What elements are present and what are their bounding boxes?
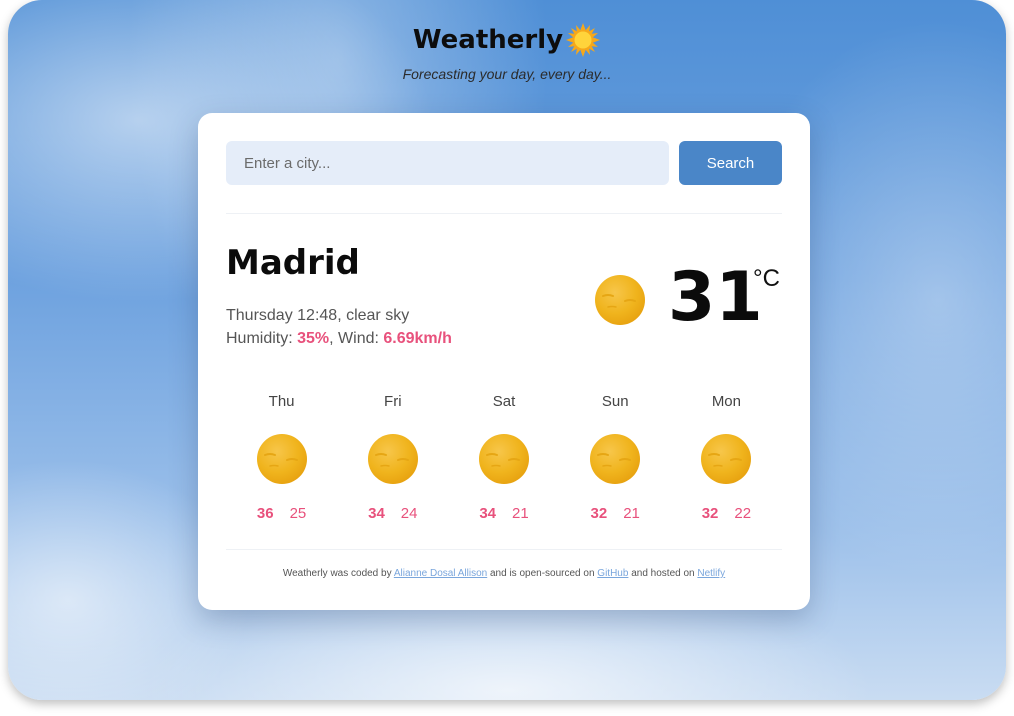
footer-text: and hosted on xyxy=(628,568,698,579)
forecast-day-name: Fri xyxy=(384,393,402,410)
forecast-min-temp: 22 xyxy=(734,505,752,522)
city-search-input[interactable] xyxy=(226,141,669,185)
search-form: Search xyxy=(226,141,782,185)
forecast-day: Fri 34 24 xyxy=(337,393,448,522)
humidity-value: 35% xyxy=(297,330,330,347)
forecast-temps: 34 21 xyxy=(448,505,559,522)
forecast-day: Mon 32 22 xyxy=(671,393,782,522)
forecast-temps: 32 22 xyxy=(671,505,782,522)
day-time: Thursday 12:48 xyxy=(226,307,338,324)
forecast-max-temp: 36 xyxy=(256,505,274,522)
current-temperature: 31 xyxy=(668,258,763,337)
footer-text: Weatherly was coded by xyxy=(282,568,394,579)
forecast-max-temp: 34 xyxy=(479,505,496,522)
sun-icon xyxy=(701,434,752,484)
wind-label: Wind: xyxy=(338,330,384,347)
search-button[interactable]: Search xyxy=(679,141,782,185)
city-name: Madrid xyxy=(226,243,360,283)
forecast-day: Sun 32 21 xyxy=(560,393,671,522)
brand-tagline: Forecasting your day, every day... xyxy=(402,66,612,82)
brand-name: Weatherly xyxy=(412,25,564,55)
weather-description: clear sky xyxy=(346,307,410,324)
divider xyxy=(226,213,782,214)
sun-emoji-icon xyxy=(566,23,601,57)
footer-text: and is open-sourced on xyxy=(487,568,598,579)
forecast-row: Thu 36 25 Fri 34 24 Sat 34 21 Sun 32 21 Mon 32 22 xyxy=(226,393,782,522)
forecast-day: Sat 34 21 xyxy=(448,393,559,522)
wind-value: 6.69km/h xyxy=(383,330,452,347)
forecast-max-temp: 32 xyxy=(701,505,719,522)
forecast-day-name: Thu xyxy=(268,393,295,410)
humidity-label: Humidity: xyxy=(226,330,298,347)
divider xyxy=(226,549,782,550)
current-summary: Thursday 12:48, clear sky xyxy=(226,307,410,324)
sun-icon xyxy=(256,434,307,484)
forecast-day-name: Sun xyxy=(601,393,629,410)
forecast-temps: 32 21 xyxy=(560,505,671,522)
app-background: Weatherly Forecasting your day, every da… xyxy=(8,0,1006,700)
netlify-link[interactable]: Netlify xyxy=(697,568,725,579)
footer: Weatherly was coded by Alianne Dosal All… xyxy=(198,568,810,579)
temperature-unit: °C xyxy=(753,265,780,292)
forecast-day-name: Sat xyxy=(492,393,516,410)
forecast-temps: 36 25 xyxy=(226,505,337,522)
forecast-min-temp: 24 xyxy=(400,505,418,522)
author-link[interactable]: Alianne Dosal Allison xyxy=(394,568,487,579)
weather-card: Search Madrid Thursday 12:48, clear sky … xyxy=(198,113,810,610)
forecast-day: Thu 36 25 xyxy=(226,393,337,522)
forecast-max-temp: 32 xyxy=(590,505,608,522)
sun-icon xyxy=(590,434,641,484)
forecast-temps: 34 24 xyxy=(337,505,448,522)
brand-header: Weatherly Forecasting your day, every da… xyxy=(8,22,1006,82)
forecast-min-temp: 21 xyxy=(512,505,529,522)
sun-icon xyxy=(367,434,418,484)
current-details: Thursday 12:48, clear sky Humidity: 35%,… xyxy=(226,304,452,350)
current-conditions: Humidity: 35%, Wind: 6.69km/h xyxy=(226,330,452,347)
forecast-max-temp: 34 xyxy=(368,505,385,522)
sun-icon xyxy=(479,434,529,484)
forecast-min-temp: 21 xyxy=(623,505,640,522)
forecast-min-temp: 25 xyxy=(289,505,307,522)
brand-title: Weatherly xyxy=(413,22,601,58)
forecast-day-name: Mon xyxy=(711,393,741,410)
github-link[interactable]: GitHub xyxy=(597,568,628,579)
sun-icon xyxy=(595,275,645,325)
